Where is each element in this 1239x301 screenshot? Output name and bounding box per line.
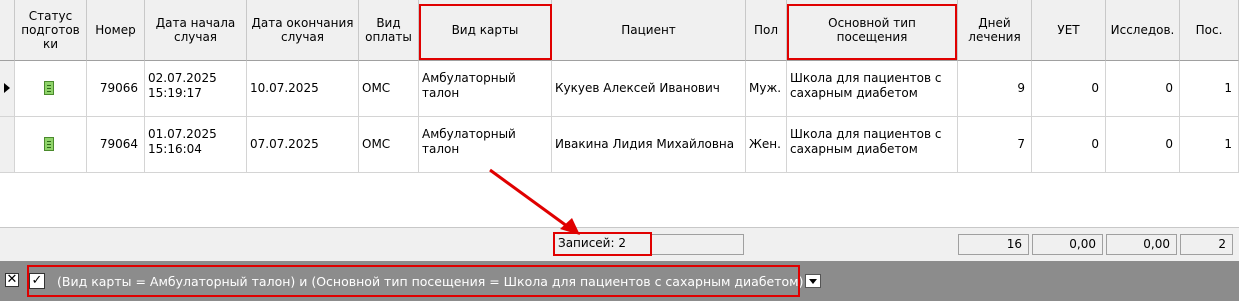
- annotation-arrow: [489, 168, 580, 235]
